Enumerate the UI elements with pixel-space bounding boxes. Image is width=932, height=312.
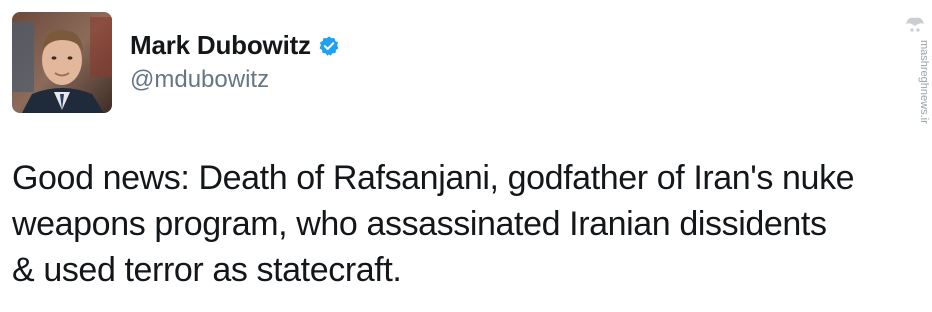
tweet-card: Mark Dubowitz @mdubowitz Good news: Deat… — [0, 0, 932, 312]
tweet-text-line: weapons program, who assassinated Irania… — [12, 205, 827, 243]
tweet-text: Good news: Death of Rafsanjani, godfathe… — [12, 155, 917, 293]
author-name-row: Mark Dubowitz — [130, 30, 340, 61]
author-handle[interactable]: @mdubowitz — [130, 66, 269, 94]
watermark-text: mashreghnews.ir — [918, 40, 930, 124]
tweet-text-line: Good news: Death of Rafsanjani, godfathe… — [12, 159, 855, 197]
tweet-text-line: & used terror as statecraft. — [12, 251, 402, 289]
verified-badge-icon — [318, 35, 340, 57]
avatar[interactable] — [12, 12, 112, 113]
author-display-name[interactable]: Mark Dubowitz — [130, 30, 311, 61]
person-portrait-icon — [12, 12, 112, 113]
